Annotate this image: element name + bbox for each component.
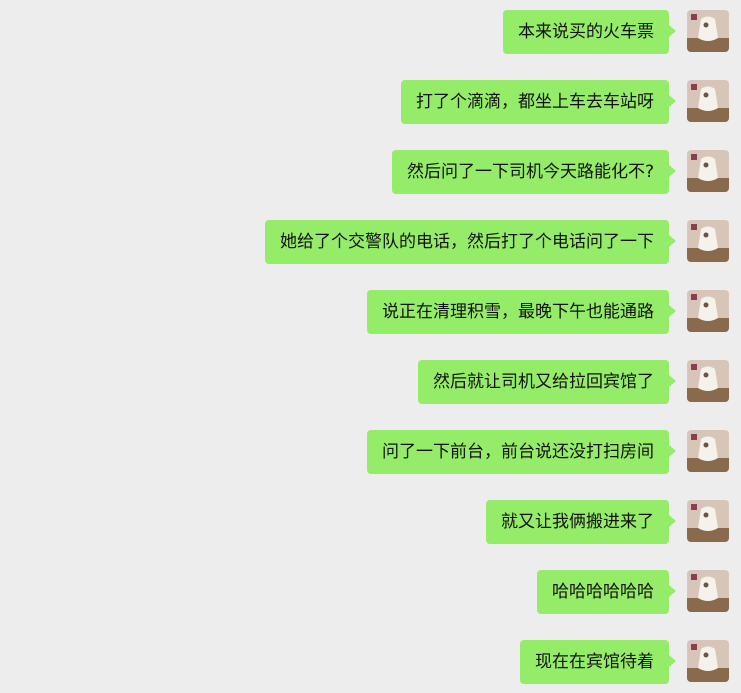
chat-area: 本来说买的火车票 打了个滴滴，都坐上车去车站呀 然后问了一下司机今天路能化不? … bbox=[0, 0, 741, 693]
user-avatar-icon[interactable] bbox=[687, 570, 729, 612]
user-avatar-icon[interactable] bbox=[687, 430, 729, 472]
message-bubble[interactable]: 就又让我俩搬进来了 bbox=[486, 500, 676, 544]
message-row: 就又让我俩搬进来了 bbox=[486, 500, 729, 544]
user-avatar-icon[interactable] bbox=[687, 360, 729, 402]
message-bubble[interactable]: 打了个滴滴，都坐上车去车站呀 bbox=[401, 80, 676, 124]
user-avatar-icon[interactable] bbox=[687, 10, 729, 52]
message-bubble[interactable]: 然后就让司机又给拉回宾馆了 bbox=[418, 360, 676, 404]
message-row: 本来说买的火车票 bbox=[503, 10, 729, 54]
user-avatar-icon[interactable] bbox=[687, 80, 729, 122]
message-row: 然后就让司机又给拉回宾馆了 bbox=[418, 360, 729, 404]
message-bubble[interactable]: 她给了个交警队的电话，然后打了个电话问了一下 bbox=[265, 220, 676, 264]
message-bubble[interactable]: 本来说买的火车票 bbox=[503, 10, 676, 54]
user-avatar-icon[interactable] bbox=[687, 640, 729, 682]
user-avatar-icon[interactable] bbox=[687, 150, 729, 192]
message-row: 打了个滴滴，都坐上车去车站呀 bbox=[401, 80, 729, 124]
message-row: 现在在宾馆待着 bbox=[520, 640, 729, 684]
message-bubble[interactable]: 现在在宾馆待着 bbox=[520, 640, 676, 684]
message-bubble[interactable]: 问了一下前台，前台说还没打扫房间 bbox=[367, 430, 676, 474]
message-bubble[interactable]: 然后问了一下司机今天路能化不? bbox=[391, 150, 677, 194]
message-row: 然后问了一下司机今天路能化不? bbox=[391, 150, 729, 194]
user-avatar-icon[interactable] bbox=[687, 500, 729, 542]
message-row: 说正在清理积雪，最晚下午也能通路 bbox=[367, 290, 729, 334]
message-row: 哈哈哈哈哈哈 bbox=[537, 570, 729, 614]
message-bubble[interactable]: 说正在清理积雪，最晚下午也能通路 bbox=[367, 290, 676, 334]
message-bubble[interactable]: 哈哈哈哈哈哈 bbox=[537, 570, 676, 614]
user-avatar-icon[interactable] bbox=[687, 220, 729, 262]
message-row: 她给了个交警队的电话，然后打了个电话问了一下 bbox=[265, 220, 729, 264]
user-avatar-icon[interactable] bbox=[687, 290, 729, 332]
message-row: 问了一下前台，前台说还没打扫房间 bbox=[367, 430, 729, 474]
